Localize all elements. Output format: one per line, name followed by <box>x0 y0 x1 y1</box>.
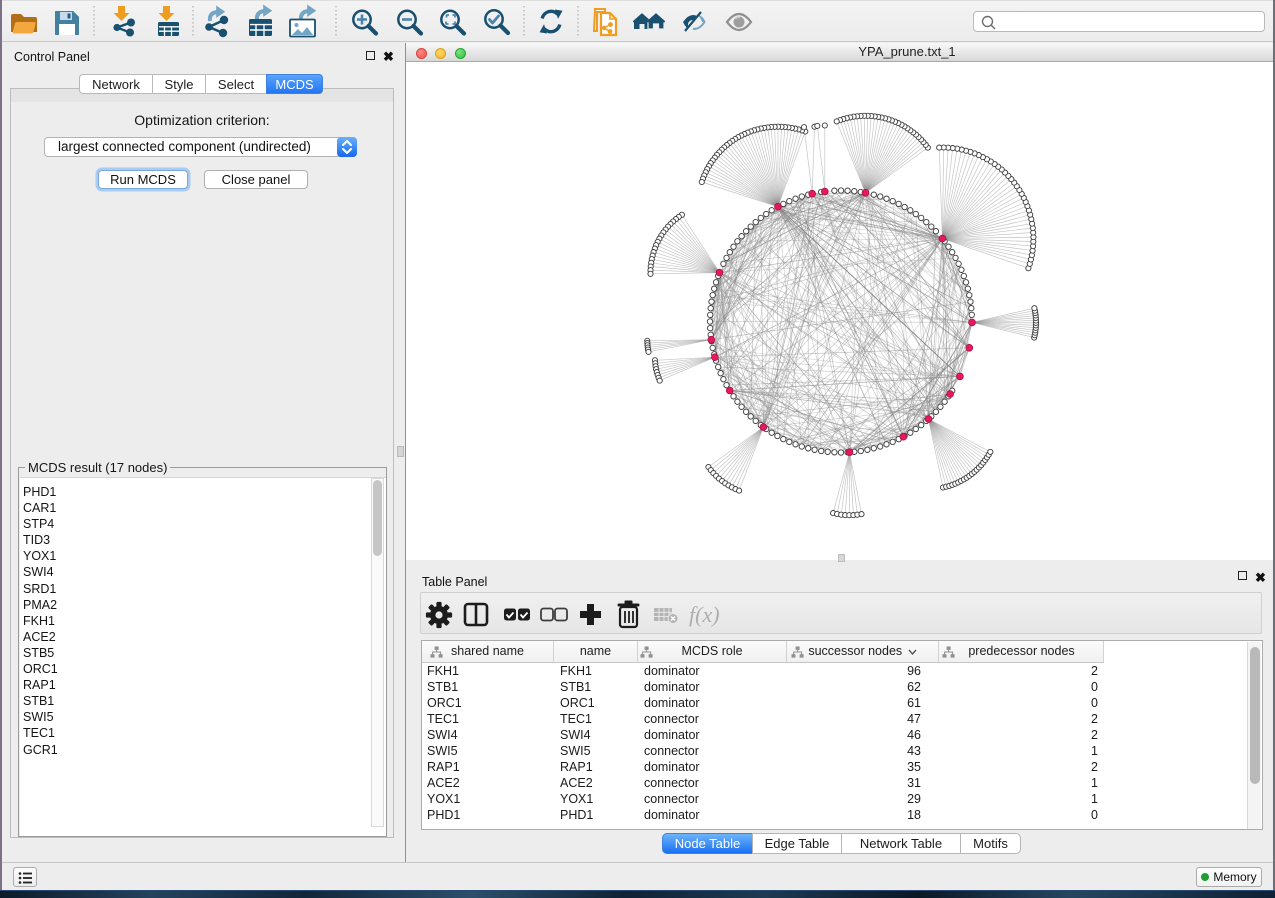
svg-text:f(x): f(x) <box>689 602 720 627</box>
